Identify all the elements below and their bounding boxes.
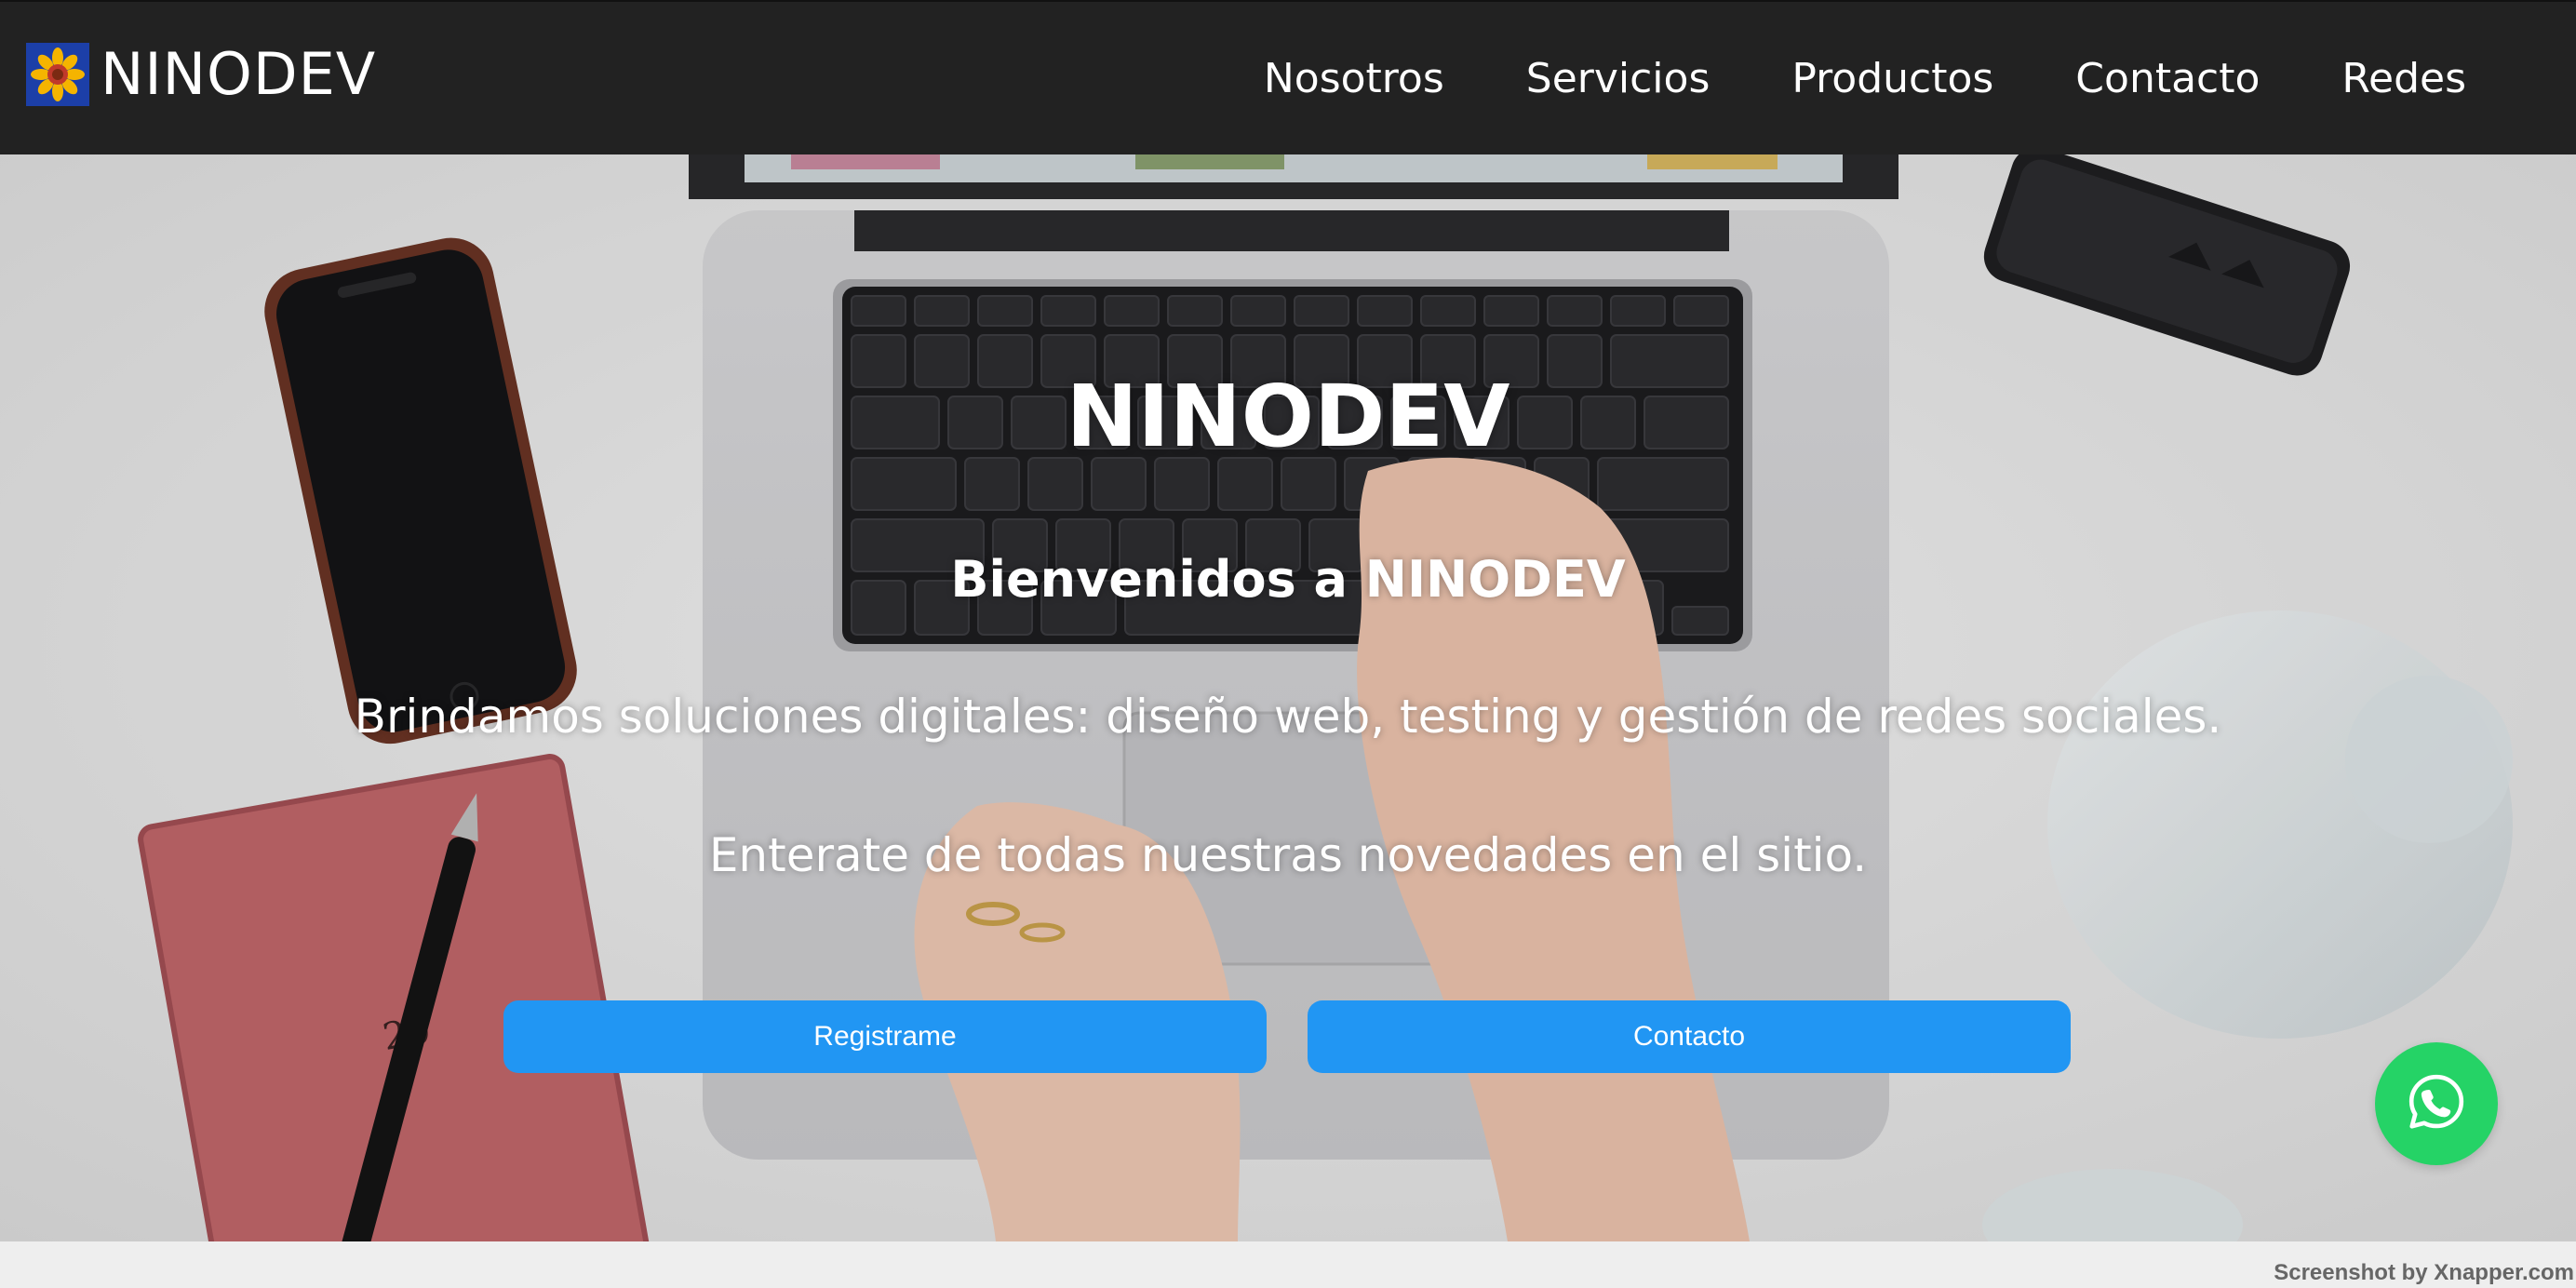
- nav-link-nosotros[interactable]: Nosotros: [1264, 59, 1444, 100]
- brand-name: NINODEV: [101, 40, 377, 108]
- page: NINODEV Nosotros Servicios Productos Con…: [0, 0, 2576, 1288]
- nav-link-productos[interactable]: Productos: [1791, 59, 1993, 100]
- nav-link-contacto[interactable]: Contacto: [2075, 59, 2260, 100]
- watermark: Screenshot by Xnapper.com: [2274, 1260, 2574, 1285]
- hero-news-text: Enterate de todas nuestras novedades en …: [708, 828, 1868, 882]
- hero-section: 20 NINODEV Bienvenidos a NINODEV Brin: [0, 154, 2576, 1241]
- register-button[interactable]: Registrame: [503, 1000, 1267, 1073]
- navbar: NINODEV Nosotros Servicios Productos Con…: [0, 0, 2576, 154]
- hero-content: NINODEV Bienvenidos a NINODEV Brindamos …: [0, 154, 2576, 1241]
- contact-button[interactable]: Contacto: [1308, 1000, 2071, 1073]
- hero-description: Brindamos soluciones digitales: diseño w…: [354, 690, 2222, 744]
- nav-menu: Nosotros Servicios Productos Contacto Re…: [1182, 2, 2466, 156]
- sunflower-logo-icon: [26, 43, 89, 106]
- whatsapp-icon: [2406, 1071, 2467, 1136]
- hero-subtitle: Bienvenidos a NINODEV: [950, 550, 1626, 609]
- brand-link[interactable]: NINODEV: [26, 43, 376, 106]
- nav-link-redes[interactable]: Redes: [2341, 59, 2466, 100]
- whatsapp-button[interactable]: [2375, 1042, 2498, 1165]
- hero-title: NINODEV: [1066, 367, 1510, 466]
- nav-link-servicios[interactable]: Servicios: [1526, 59, 1711, 100]
- bottom-strip: [0, 1241, 2576, 1288]
